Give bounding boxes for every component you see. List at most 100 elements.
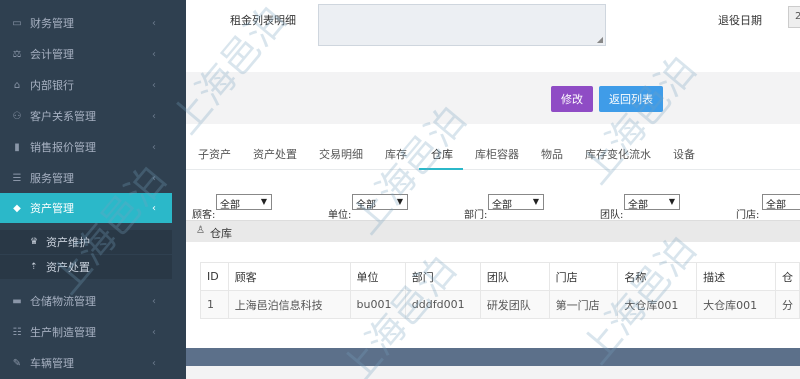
dropdown-arrow-icon: ▼ bbox=[396, 197, 403, 206]
sidebar-item-label: 仓储物流管理 bbox=[30, 295, 96, 308]
sidebar-item-accounting[interactable]: ⚖ 会计管理 ‹ bbox=[0, 39, 172, 69]
sidebar-item-service[interactable]: ☰ 服务管理 ‹ bbox=[0, 163, 172, 193]
diamond-icon: ◆ bbox=[13, 202, 21, 214]
sidebar-item-label: 生产制造管理 bbox=[30, 326, 96, 339]
cell-unit: bu001 bbox=[349, 290, 406, 319]
trophy-icon: ♛ bbox=[30, 237, 39, 247]
col-department: 部门 bbox=[404, 262, 481, 291]
section-header: ♙ 仓库 bbox=[186, 220, 800, 242]
tab-bar: 子资产 资产处置 交易明细 库存 仓库 库柜容器 物品 库存变化流水 设备 bbox=[186, 140, 800, 170]
sidebar-item-finance[interactable]: ▭ 财务管理 ‹ bbox=[0, 8, 172, 38]
chevron-left-icon: ‹ bbox=[152, 48, 156, 60]
chevron-left-icon: ‹ bbox=[152, 295, 156, 307]
tab-warehouse[interactable]: 仓库 bbox=[431, 146, 453, 162]
sidebar-item-internal-bank[interactable]: ⌂ 内部银行 ‹ bbox=[0, 70, 172, 100]
sidebar-subitem-asset-maintain[interactable]: ♛ 资产维护 bbox=[0, 230, 172, 254]
filter-customer-select[interactable]: 全部 ▼ bbox=[216, 194, 272, 211]
sidebar-item-asset[interactable]: ◆ 资产管理 ‹ bbox=[0, 193, 172, 223]
cell-id: 1 bbox=[200, 290, 229, 319]
dropdown-arrow-icon: ▼ bbox=[532, 197, 539, 206]
filter-store-select[interactable]: 全部 bbox=[762, 194, 800, 211]
tab-inventory[interactable]: 库存 bbox=[385, 146, 407, 162]
select-value: 全部 bbox=[766, 200, 786, 211]
sidebar-item-label: 财务管理 bbox=[30, 17, 74, 30]
tab-inventory-flow[interactable]: 库存变化流水 bbox=[585, 146, 651, 162]
section-title: 仓库 bbox=[210, 227, 232, 240]
edit-button[interactable]: 修改 bbox=[551, 86, 593, 112]
filter-department-select[interactable]: 全部 ▼ bbox=[488, 194, 544, 211]
arrow-up-icon: ⇡ bbox=[30, 262, 38, 272]
col-warehouse: 仓 bbox=[774, 262, 800, 291]
rent-detail-label: 租金列表明细 bbox=[230, 14, 296, 27]
bottom-gap bbox=[186, 366, 800, 379]
chevron-left-icon: ‹ bbox=[152, 110, 156, 122]
sidebar-subitem-label: 资产处置 bbox=[46, 261, 90, 274]
bank-icon: ⌂ bbox=[13, 79, 21, 91]
sidebar-subitem-asset-dispose[interactable]: ⇡ 资产处置 bbox=[0, 255, 172, 279]
tab-equipment[interactable]: 设备 bbox=[673, 146, 695, 162]
sidebar-item-label: 内部银行 bbox=[30, 79, 74, 92]
select-value: 全部 bbox=[492, 200, 512, 211]
edit-icon: ✎ bbox=[12, 357, 22, 369]
col-team: 团队 bbox=[479, 262, 550, 291]
customers-icon: ⚇ bbox=[12, 110, 22, 122]
filter-team-label: 团队: bbox=[600, 210, 624, 221]
sidebar: ▭ 财务管理 ‹ ⚖ 会计管理 ‹ ⌂ 内部银行 ‹ ⚇ 客户关系管理 ‹ ▮ … bbox=[0, 0, 172, 379]
select-value: 全部 bbox=[220, 200, 240, 211]
filter-customer-label: 顾客: bbox=[192, 210, 216, 221]
cell-team: 研发团队 bbox=[479, 290, 550, 319]
retire-date-input[interactable]: 2 bbox=[788, 6, 800, 28]
sidebar-item-sales-quote[interactable]: ▮ 销售报价管理 ‹ bbox=[0, 132, 172, 162]
retire-date-label: 退役日期 bbox=[718, 14, 762, 27]
list-icon: ☰ bbox=[12, 172, 22, 184]
col-store: 门店 bbox=[548, 262, 619, 291]
cell-customer: 上海邑泊信息科技 bbox=[227, 290, 351, 319]
tab-storage-container[interactable]: 库柜容器 bbox=[475, 146, 519, 162]
scale-icon: ⚖ bbox=[12, 48, 22, 60]
select-value: 全部 bbox=[628, 200, 648, 211]
filter-team-select[interactable]: 全部 ▼ bbox=[624, 194, 680, 211]
cell-store: 第一门店 bbox=[548, 290, 619, 319]
filter-unit-label: 单位: bbox=[328, 210, 352, 221]
sidebar-item-label: 车辆管理 bbox=[30, 357, 74, 370]
user-icon: ♙ bbox=[196, 225, 205, 236]
cell-department: dddfd001 bbox=[404, 290, 481, 319]
filter-unit-select[interactable]: 全部 ▼ bbox=[352, 194, 408, 211]
active-tab-indicator bbox=[419, 168, 463, 170]
sidebar-item-warehouse-logistics[interactable]: ▬ 仓储物流管理 ‹ bbox=[0, 286, 172, 316]
tab-items[interactable]: 物品 bbox=[541, 146, 563, 162]
resize-grip-icon[interactable]: ◢ bbox=[597, 35, 603, 44]
tab-sub-asset[interactable]: 子资产 bbox=[198, 146, 231, 162]
tab-asset-disposal[interactable]: 资产处置 bbox=[253, 146, 297, 162]
dropdown-arrow-icon: ▼ bbox=[668, 197, 675, 206]
main-content: 租金列表明细 ◢ 退役日期 2 修改 返回列表 子资产 资产处置 交易明细 库存… bbox=[186, 0, 800, 379]
sidebar-item-label: 销售报价管理 bbox=[30, 141, 96, 154]
form-section: 租金列表明细 ◢ 退役日期 2 bbox=[186, 0, 800, 72]
sidebar-subitem-label: 资产维护 bbox=[46, 236, 90, 249]
sidebar-item-manufacturing[interactable]: ☷ 生产制造管理 ‹ bbox=[0, 317, 172, 347]
col-customer: 顾客 bbox=[227, 262, 351, 291]
filter-store-label: 门店: bbox=[736, 210, 760, 221]
sidebar-item-label: 会计管理 bbox=[30, 48, 74, 61]
footer-bar bbox=[186, 348, 800, 366]
tab-transactions[interactable]: 交易明细 bbox=[319, 146, 363, 162]
col-id: ID bbox=[200, 262, 229, 291]
sidebar-item-vehicle[interactable]: ✎ 车辆管理 ‹ bbox=[0, 348, 172, 378]
sliders-icon: ☷ bbox=[12, 326, 22, 338]
table-header-row: ID 顾客 单位 部门 团队 门店 名称 描述 仓 bbox=[200, 262, 800, 291]
col-name: 名称 bbox=[617, 262, 698, 291]
chevron-left-icon: ‹ bbox=[152, 141, 156, 153]
select-value: 全部 bbox=[356, 200, 376, 211]
chevron-left-icon: ‹ bbox=[152, 79, 156, 91]
sidebar-item-label: 服务管理 bbox=[30, 172, 74, 185]
button-bar bbox=[186, 72, 800, 124]
col-unit: 单位 bbox=[349, 262, 406, 291]
col-description: 描述 bbox=[696, 262, 776, 291]
rent-detail-textarea[interactable]: ◢ bbox=[318, 4, 606, 46]
back-to-list-button[interactable]: 返回列表 bbox=[599, 86, 663, 112]
chevron-left-icon: ‹ bbox=[152, 17, 156, 29]
dropdown-arrow-icon: ▼ bbox=[260, 197, 267, 206]
table-row[interactable]: 1 上海邑泊信息科技 bu001 dddfd001 研发团队 第一门店 大仓库0… bbox=[200, 290, 800, 319]
chevron-left-icon: ‹ bbox=[152, 326, 156, 338]
sidebar-item-crm[interactable]: ⚇ 客户关系管理 ‹ bbox=[0, 101, 172, 131]
